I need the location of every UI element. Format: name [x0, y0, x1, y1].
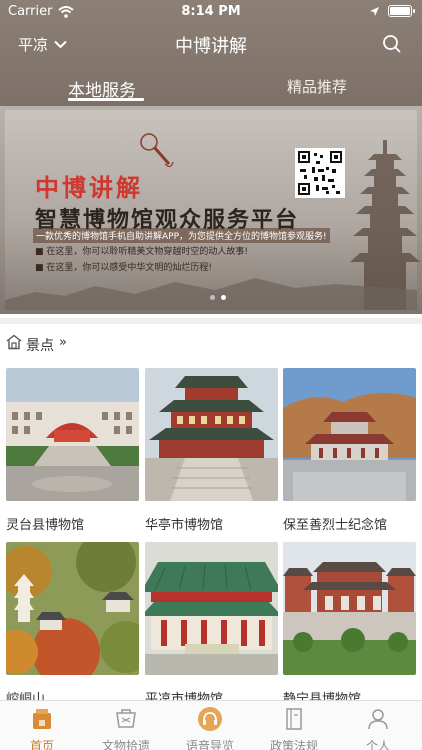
- scenic-name: 灵台县博物馆: [6, 518, 85, 533]
- bottom-tab-bar: 首页 文物拾遗 语音导览 政策法规 个人: [0, 700, 422, 750]
- location-arrow-icon: [370, 6, 379, 16]
- promo-banner[interactable]: 中博讲解 智慧博物馆观众服务平台 一款优秀的博物馆手机自助讲解APP，为您提供全…: [0, 106, 422, 314]
- tabbar-item-policy[interactable]: 政策法规: [252, 705, 336, 750]
- tabbar-item-home[interactable]: 首页: [0, 705, 84, 750]
- tabbar-item-audio-guide[interactable]: 语音导览: [168, 705, 252, 750]
- scenic-photo: [283, 368, 416, 501]
- banner-tagline: 一款优秀的博物馆手机自助讲解APP，为您提供全方位的博物馆参观服务!: [33, 228, 330, 243]
- tabbar-item-profile[interactable]: 个人: [336, 705, 420, 750]
- battery-icon: [388, 5, 415, 17]
- temple-icon: [6, 334, 22, 350]
- service-tabs: 本地服务 精品推荐: [0, 70, 422, 106]
- qr-code-icon: [295, 148, 345, 198]
- pagination-dot[interactable]: [221, 295, 226, 300]
- header: Carrier 8:14 PM 平凉 中博讲解 本地服务 精品推荐: [0, 0, 422, 106]
- relics-icon: [116, 709, 136, 728]
- page-title: 中博讲解: [175, 36, 247, 57]
- scenic-photo: [6, 542, 139, 675]
- banner-line: ■ 在这里，你可以聆听精美文物穿越时空的动人故事!: [35, 247, 248, 257]
- search-icon[interactable]: [382, 34, 402, 54]
- tabbar-item-relics[interactable]: 文物拾遗: [84, 705, 168, 750]
- headphones-icon: [198, 707, 222, 731]
- microphone-icon: [140, 133, 174, 168]
- more-link[interactable]: »: [59, 335, 67, 350]
- pagination-dot[interactable]: [210, 295, 215, 300]
- scenic-photo: [145, 368, 278, 501]
- scenic-photo: [283, 542, 416, 675]
- status-time: 8:14 PM: [181, 4, 241, 19]
- status-bar: Carrier 8:14 PM: [0, 0, 422, 24]
- scenic-name: 华亭市博物馆: [145, 518, 224, 533]
- home-icon: [33, 709, 51, 729]
- tab-featured[interactable]: 精品推荐: [287, 76, 347, 97]
- banner-pagination: [210, 295, 226, 300]
- book-icon: [286, 708, 302, 730]
- banner-skyline: [5, 278, 417, 310]
- navbar: 平凉 中博讲解: [0, 26, 422, 62]
- person-icon: [368, 709, 388, 730]
- section-divider: [0, 318, 422, 324]
- scenic-photo: [145, 542, 278, 675]
- scenic-photo: [6, 368, 139, 501]
- section-title: 景点: [26, 338, 54, 354]
- active-tab-indicator: [68, 98, 144, 101]
- banner-brand: 中博讲解: [35, 173, 143, 202]
- scenic-name: 保至善烈士纪念馆: [283, 518, 388, 533]
